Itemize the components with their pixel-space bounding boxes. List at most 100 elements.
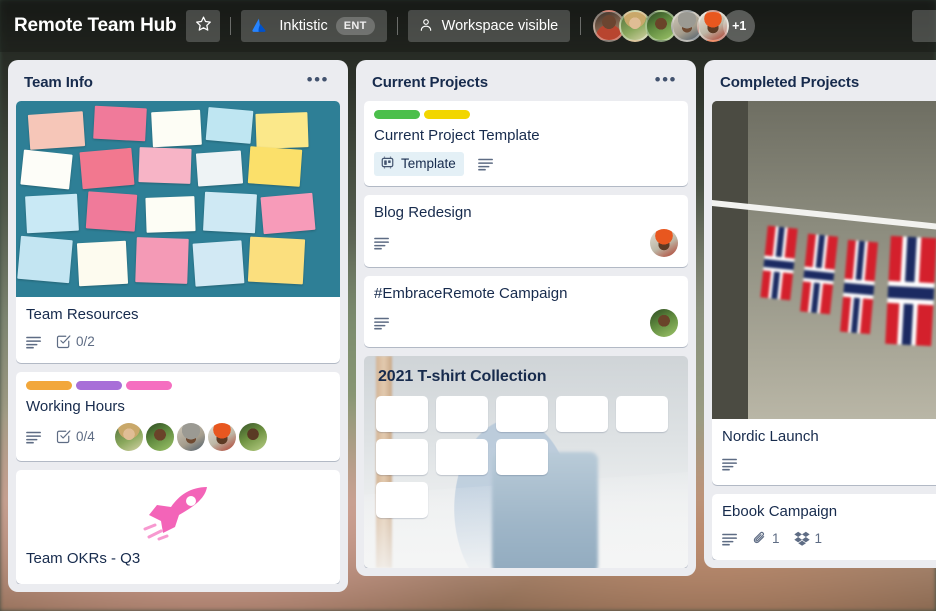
star-icon xyxy=(195,15,212,37)
attachment-icon xyxy=(752,531,767,546)
card-members xyxy=(650,309,678,338)
attachment-badge: 1 xyxy=(752,531,780,546)
placeholder-tile xyxy=(496,396,548,433)
card-badges xyxy=(374,228,678,257)
placeholder-tile xyxy=(496,439,548,476)
card-body: Working Hours 0/4 xyxy=(16,372,340,461)
list-completed-projects: Completed Projects Nordic Launch Ebook C… xyxy=(704,60,936,568)
placeholder-column xyxy=(376,396,428,519)
list-title: Completed Projects xyxy=(720,74,860,91)
card-body: Blog Redesign xyxy=(364,195,688,267)
list-header: Team Info ••• xyxy=(16,68,340,101)
workspace-visible-icon xyxy=(418,17,434,36)
cover-placeholder-grid xyxy=(364,396,688,519)
placeholder-column xyxy=(556,396,608,518)
description-icon xyxy=(722,457,738,471)
card-title: 2021 T-shirt Collection xyxy=(378,368,547,386)
description-icon xyxy=(374,236,390,250)
list-current-projects: Current Projects ••• Current Project Tem… xyxy=(356,60,696,577)
label-chip-pink[interactable] xyxy=(126,380,172,390)
card-labels xyxy=(26,380,330,390)
placeholder-column xyxy=(436,396,488,518)
card-embraceremote-campaign[interactable]: #EmbraceRemote Campaign xyxy=(364,275,688,348)
card-members xyxy=(114,422,267,451)
card-title: Ebook Campaign xyxy=(722,502,838,520)
header-divider-2 xyxy=(396,17,398,35)
cover-flag xyxy=(760,225,798,301)
list-title: Team Info xyxy=(24,74,93,91)
card-title: Blog Redesign xyxy=(374,203,472,221)
placeholder-tile xyxy=(616,396,668,433)
avatar[interactable] xyxy=(145,422,174,451)
card-team-resources[interactable]: Team Resources 0/2 xyxy=(16,101,340,363)
workspace-button[interactable]: Inktistic ENT xyxy=(241,10,387,42)
card-title: Current Project Template xyxy=(374,127,540,144)
list-menu-icon[interactable]: ••• xyxy=(652,71,680,91)
placeholder-column xyxy=(616,396,668,518)
card-body: Team OKRs - Q3 xyxy=(16,548,340,585)
placeholder-tile xyxy=(376,482,428,519)
header-divider-1 xyxy=(230,17,232,35)
card-title: Team Resources xyxy=(26,306,139,323)
placeholder-tile xyxy=(376,396,428,433)
card-team-okrs[interactable]: Team OKRs - Q3 xyxy=(16,469,340,585)
card-body: Team Resources 0/2 xyxy=(16,297,340,363)
description-icon xyxy=(26,430,42,444)
avatar[interactable] xyxy=(650,228,678,257)
card-badges: 0/4 xyxy=(26,422,330,451)
card-working-hours[interactable]: Working Hours 0/4 xyxy=(16,371,340,461)
star-button[interactable] xyxy=(186,10,221,42)
header-overflow-button[interactable] xyxy=(912,10,936,42)
description-icon xyxy=(26,335,42,349)
card-badges: Template xyxy=(374,151,678,176)
list-team-info: Team Info ••• Team Resources 0/2 Working… xyxy=(8,60,348,593)
label-chip-purple[interactable] xyxy=(76,380,122,390)
card-title: Team OKRs - Q3 xyxy=(26,549,141,567)
cover-flag xyxy=(885,235,936,347)
placeholder-tile xyxy=(436,439,488,476)
card-members xyxy=(650,228,678,257)
label-chip-green[interactable] xyxy=(374,110,420,119)
template-badge[interactable]: Template xyxy=(374,151,464,176)
avatar[interactable] xyxy=(650,309,678,338)
card-cover-norway-flags xyxy=(712,101,936,419)
card-cover-sticky-notes xyxy=(16,101,340,297)
template-badge-label: Template xyxy=(401,156,456,172)
card-body: #EmbraceRemote Campaign xyxy=(364,276,688,348)
label-chip-orange[interactable] xyxy=(26,380,72,390)
card-nordic-launch[interactable]: Nordic Launch xyxy=(712,101,936,485)
card-title: Nordic Launch xyxy=(722,428,819,445)
card-current-project-template[interactable]: Current Project Template Template xyxy=(364,101,688,186)
list-menu-icon[interactable]: ••• xyxy=(304,71,332,91)
card-cover-rocket-sticker xyxy=(16,470,340,548)
board-members: +1 xyxy=(593,10,756,42)
dropbox-badge: 1 xyxy=(793,531,823,546)
card-body: Nordic Launch xyxy=(712,419,936,485)
avatar[interactable] xyxy=(207,422,236,451)
card-2021-tshirt-collection[interactable]: 2021 T-shirt Collection xyxy=(364,356,688,569)
card-ebook-campaign[interactable]: Ebook Campaign 1 1 xyxy=(712,493,936,560)
card-badges: 0/2 xyxy=(26,331,330,353)
dropbox-icon xyxy=(793,531,810,546)
avatar[interactable] xyxy=(176,422,205,451)
visibility-label: Workspace visible xyxy=(441,18,559,34)
cover-flag xyxy=(840,239,878,335)
card-body: Current Project Template Template xyxy=(364,101,688,186)
visibility-button[interactable]: Workspace visible xyxy=(407,10,571,42)
list-title: Current Projects xyxy=(372,74,488,91)
dropbox-count: 1 xyxy=(814,531,823,546)
board-header: Remote Team Hub Inktistic ENT Workspace … xyxy=(0,0,936,52)
card-badges: 1 1 xyxy=(722,528,936,550)
page-title: Remote Team Hub xyxy=(14,15,177,36)
card-blog-redesign[interactable]: Blog Redesign xyxy=(364,194,688,267)
avatar[interactable] xyxy=(238,422,267,451)
cover-gutter xyxy=(712,101,748,419)
label-chip-yellow[interactable] xyxy=(424,110,470,119)
inktistic-logo-icon xyxy=(251,16,271,36)
card-title: #EmbraceRemote Campaign xyxy=(374,284,568,302)
avatar[interactable] xyxy=(114,422,143,451)
members-overflow-badge[interactable]: +1 xyxy=(723,10,756,42)
placeholder-column xyxy=(496,396,548,518)
list-cards: Nordic Launch Ebook Campaign 1 1 xyxy=(712,101,936,560)
description-icon xyxy=(477,157,494,171)
